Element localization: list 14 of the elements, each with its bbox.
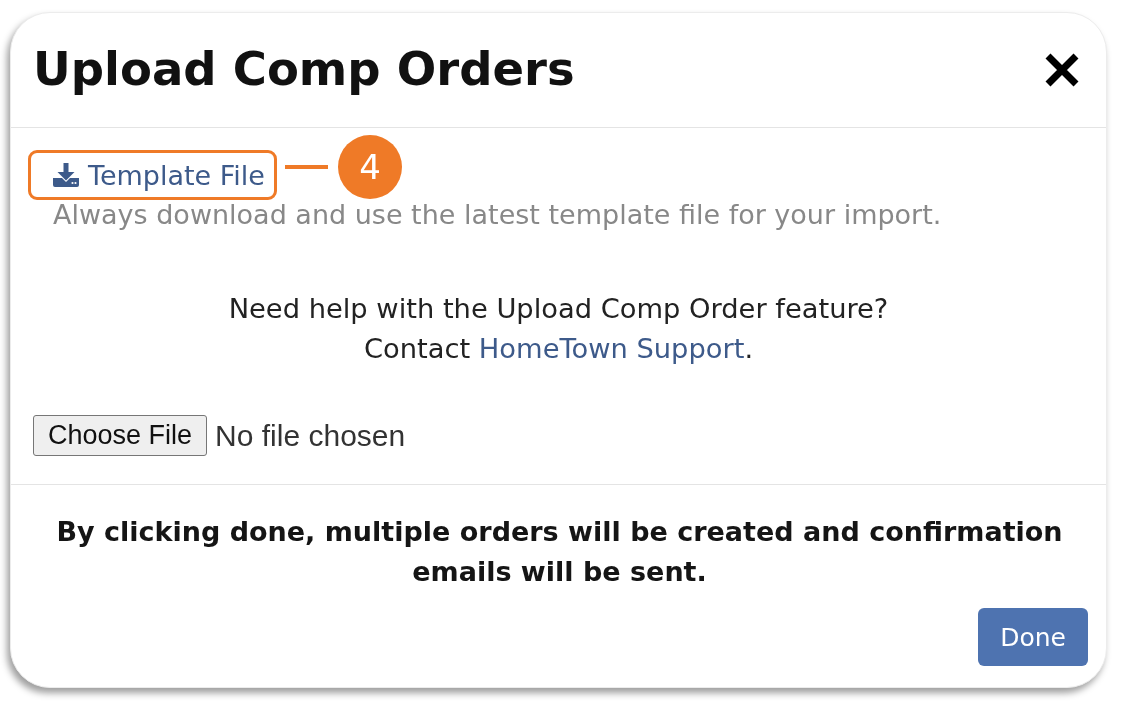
- file-status-text: No file chosen: [215, 418, 406, 453]
- template-note: Always download and use the latest template file for your import.: [52, 200, 943, 230]
- template-file-link[interactable]: Template File: [53, 159, 265, 191]
- choose-file-button[interactable]: Choose File: [33, 415, 208, 456]
- close-icon: [1043, 51, 1081, 89]
- done-button[interactable]: Done: [978, 608, 1088, 666]
- close-button[interactable]: [1043, 51, 1081, 89]
- step-badge: 4: [337, 135, 402, 199]
- download-icon: [53, 163, 79, 187]
- dialog-title: Upload Comp Orders: [33, 42, 575, 98]
- help-contact: Contact HomeTown Support.: [363, 332, 754, 366]
- confirmation-warning: By clicking done, multiple orders will be created and confirmation emails will be sent.: [55, 515, 1064, 589]
- help-question: Need help with the Upload Comp Order feature?: [228, 292, 889, 326]
- support-link[interactable]: HomeTown Support: [478, 333, 745, 364]
